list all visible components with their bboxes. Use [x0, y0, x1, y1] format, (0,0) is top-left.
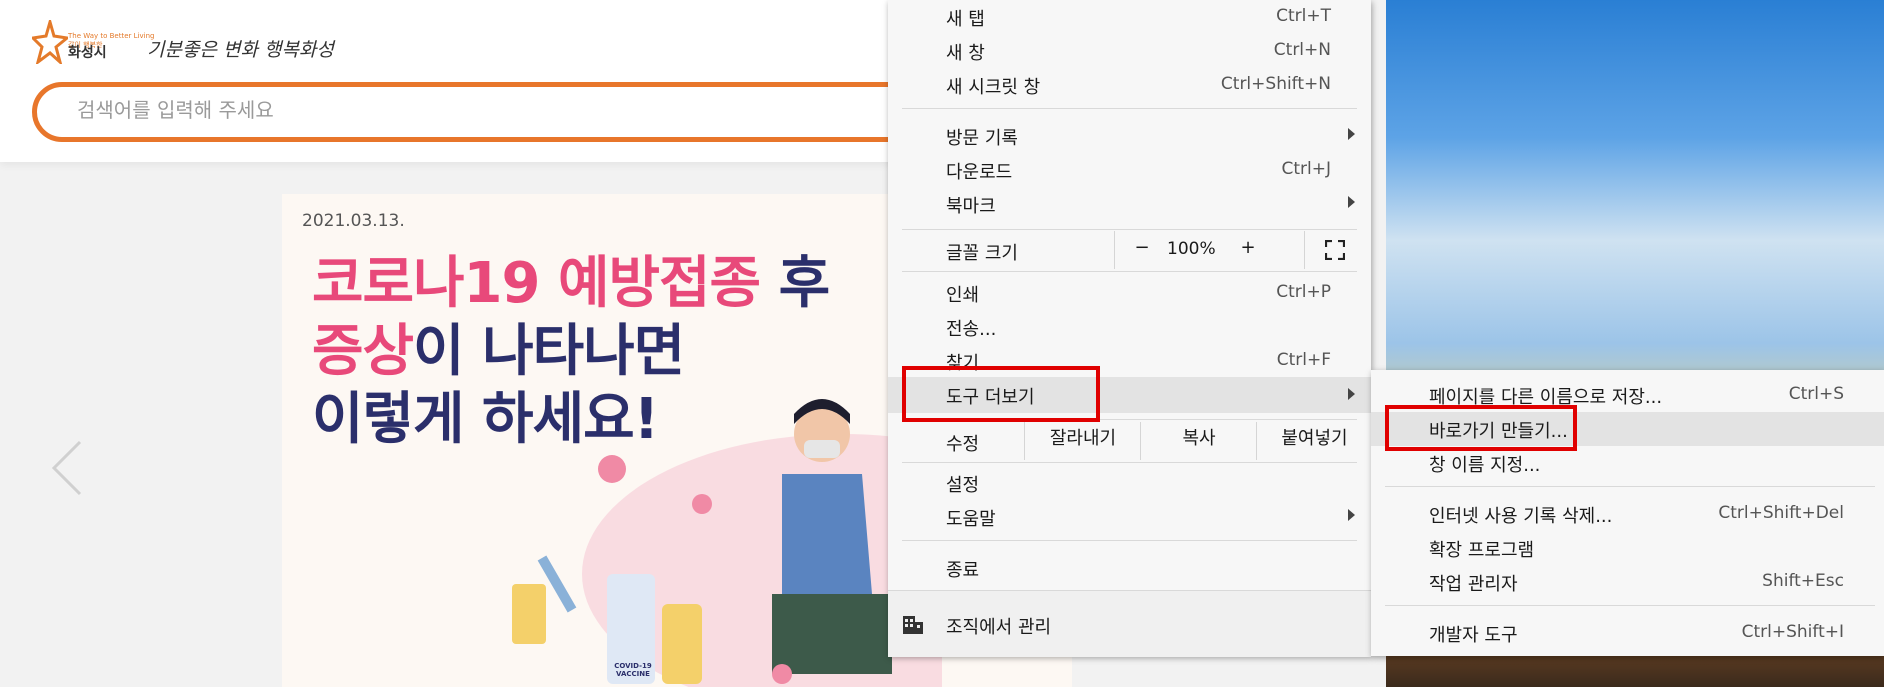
- menu-item-shortcut: Ctrl+P: [1276, 282, 1331, 302]
- banner-title-dark-1: 후: [760, 251, 831, 316]
- submenu-item-label: 개발자 도구: [1429, 625, 1518, 646]
- submenu-item-shortcut: Ctrl+Shift+Del: [1718, 503, 1844, 523]
- menu-item-shortcut: Ctrl+N: [1273, 40, 1331, 60]
- submenu-arrow-icon: [1348, 196, 1355, 208]
- menu-item-downloads[interactable]: 다운로드 Ctrl+J: [888, 153, 1371, 187]
- submenu-item-label: 인터넷 사용 기록 삭제...: [1429, 506, 1613, 527]
- menu-item-help[interactable]: 도움말: [888, 500, 1371, 534]
- menu-item-label: 인쇄: [946, 285, 980, 306]
- banner-date: 2021.03.13.: [302, 211, 405, 231]
- menu-item-label: 종료: [946, 560, 980, 581]
- submenu-item-shortcut: Ctrl+S: [1788, 384, 1844, 404]
- menu-separator: [902, 462, 1357, 463]
- submenu-item-label: 확장 프로그램: [1429, 540, 1535, 561]
- submenu-item-task-manager[interactable]: 작업 관리자 Shift+Esc: [1371, 565, 1884, 599]
- menu-item-label: 방문 기록: [946, 128, 1018, 149]
- paste-button[interactable]: 붙여넣기: [1256, 422, 1372, 460]
- menu-item-new-tab[interactable]: 새 탭 Ctrl+T: [888, 0, 1371, 34]
- banner-title-pink-2: 증상: [312, 319, 414, 384]
- menu-item-shortcut: Ctrl+T: [1276, 6, 1331, 26]
- submenu-item-shortcut: Shift+Esc: [1762, 571, 1844, 591]
- menu-separator: [902, 229, 1357, 230]
- menu-item-print[interactable]: 인쇄 Ctrl+P: [888, 276, 1371, 310]
- menu-item-label: 새 탭: [946, 9, 985, 30]
- cut-button[interactable]: 잘라내기: [1024, 422, 1141, 460]
- zoom-level: 100%: [1167, 239, 1216, 259]
- menu-item-shortcut: Ctrl+F: [1276, 350, 1331, 370]
- menu-item-new-window[interactable]: 새 창 Ctrl+N: [888, 34, 1371, 68]
- edit-row: 수정 잘라내기 복사 붙여넣기: [888, 422, 1371, 460]
- copy-button[interactable]: 복사: [1140, 422, 1257, 460]
- submenu-item-clear-data[interactable]: 인터넷 사용 기록 삭제... Ctrl+Shift+Del: [1371, 497, 1884, 531]
- submenu-arrow-icon: [1348, 509, 1355, 521]
- chrome-main-menu: 새 탭 Ctrl+T 새 창 Ctrl+N 새 시크릿 창 Ctrl+Shift…: [888, 0, 1371, 657]
- submenu-item-label: 작업 관리자: [1429, 574, 1518, 595]
- menu-item-shortcut: Ctrl+J: [1281, 159, 1331, 179]
- edit-label: 수정: [946, 434, 980, 455]
- menu-item-label: 전송...: [946, 319, 997, 340]
- managed-by-org-section: 조직에서 관리: [888, 590, 1371, 657]
- submenu-arrow-icon: [1348, 128, 1355, 140]
- hwaseong-logo[interactable]: The Way to Better Living 같이 행복한 화성시 기분좋은…: [32, 20, 334, 66]
- managed-by-org-label[interactable]: 조직에서 관리: [946, 613, 1051, 639]
- logo-slogan: 기분좋은 변화 행복화성: [147, 39, 334, 61]
- menu-separator: [902, 271, 1357, 272]
- building-icon: [903, 616, 923, 634]
- submenu-separator: [1385, 486, 1875, 487]
- submenu-item-name-window[interactable]: 창 이름 지정...: [1371, 446, 1884, 480]
- menu-item-label: 새 시크릿 창: [946, 77, 1041, 98]
- menu-item-label: 새 창: [946, 43, 985, 64]
- site-header: The Way to Better Living 같이 행복한 화성시 기분좋은…: [0, 0, 1032, 162]
- search-input[interactable]: [75, 97, 779, 123]
- menu-item-shortcut: Ctrl+Shift+N: [1220, 74, 1331, 94]
- carousel-prev-icon[interactable]: [48, 438, 88, 498]
- menu-item-label: 다운로드: [946, 162, 1013, 183]
- menu-separator: [902, 108, 1357, 109]
- fullscreen-icon: [1325, 240, 1345, 260]
- submenu-arrow-icon: [1348, 388, 1355, 400]
- zoom-label: 글꼴 크기: [946, 243, 1018, 264]
- fullscreen-button[interactable]: [1304, 231, 1372, 269]
- vaccine-illustration: [512, 399, 942, 687]
- zoom-in-button[interactable]: +: [1235, 237, 1261, 258]
- submenu-item-devtools[interactable]: 개발자 도구 Ctrl+Shift+I: [1371, 616, 1884, 650]
- annotation-redbox-create-shortcut: [1385, 405, 1577, 451]
- menu-item-history[interactable]: 방문 기록: [888, 119, 1371, 153]
- star-logo-icon: [32, 20, 68, 64]
- search-box[interactable]: [32, 82, 1032, 142]
- zoom-row: 글꼴 크기 − 100% +: [888, 231, 1371, 269]
- menu-separator: [902, 540, 1357, 541]
- zoom-out-button[interactable]: −: [1129, 237, 1155, 258]
- menu-item-incognito[interactable]: 새 시크릿 창 Ctrl+Shift+N: [888, 68, 1371, 102]
- submenu-separator: [1385, 605, 1875, 606]
- menu-item-label: 설정: [946, 475, 980, 496]
- menu-item-label: 북마크: [946, 196, 996, 217]
- menu-item-bookmarks[interactable]: 북마크: [888, 187, 1371, 221]
- menu-item-label: 도움말: [946, 509, 996, 530]
- menu-item-cast[interactable]: 전송...: [888, 310, 1371, 344]
- menu-item-exit[interactable]: 종료: [888, 551, 1371, 585]
- logo-city-name: 화성시: [68, 45, 107, 61]
- menu-item-settings[interactable]: 설정: [888, 466, 1371, 500]
- banner-title-pink-1: 코로나19 예방접종: [312, 251, 761, 316]
- vaccine-vial-label: COVID-19 VACCINE: [614, 662, 652, 678]
- annotation-redbox-more-tools: [902, 366, 1100, 422]
- submenu-item-label: 창 이름 지정...: [1429, 455, 1541, 476]
- submenu-item-shortcut: Ctrl+Shift+I: [1741, 622, 1844, 642]
- submenu-item-extensions[interactable]: 확장 프로그램: [1371, 531, 1884, 565]
